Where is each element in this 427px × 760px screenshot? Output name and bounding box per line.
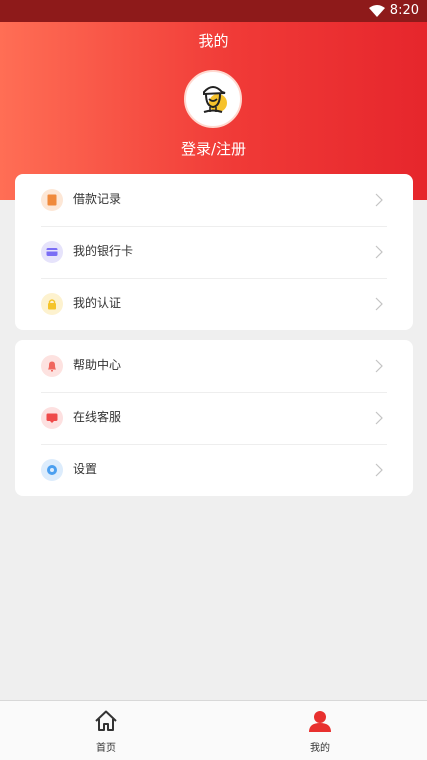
user-icon bbox=[309, 711, 331, 732]
menu-item-online-service[interactable]: 在线客服 bbox=[15, 392, 413, 444]
menu-item-label: 借款记录 bbox=[73, 192, 122, 206]
home-icon bbox=[95, 710, 117, 731]
tab-home[interactable]: 首页 bbox=[46, 701, 166, 759]
menu-item-label: 设置 bbox=[73, 462, 98, 476]
menu-item-help-center[interactable]: 帮助中心 bbox=[15, 340, 413, 392]
document-icon bbox=[41, 189, 63, 211]
status-bar: 8:20 bbox=[0, 0, 427, 22]
chevron-right-icon bbox=[375, 245, 383, 259]
lock-icon bbox=[41, 293, 63, 315]
menu-card-account: 借款记录 我的银行卡 我的认证 bbox=[15, 174, 413, 330]
login-register-link[interactable]: 登录/注册 bbox=[0, 138, 427, 159]
menu-item-label: 帮助中心 bbox=[73, 358, 122, 372]
menu-item-label: 在线客服 bbox=[73, 410, 122, 424]
menu-card-support: 帮助中心 在线客服 设置 bbox=[15, 340, 413, 496]
menu-item-verification[interactable]: 我的认证 bbox=[15, 278, 413, 330]
menu-item-bank-cards[interactable]: 我的银行卡 bbox=[15, 226, 413, 278]
settings-icon bbox=[41, 459, 63, 481]
tab-mine-label: 我的 bbox=[310, 743, 330, 754]
page-title: 我的 bbox=[198, 32, 229, 50]
tab-home-label: 首页 bbox=[96, 743, 116, 754]
bell-icon bbox=[41, 355, 63, 377]
menu-item-loan-records[interactable]: 借款记录 bbox=[15, 174, 413, 226]
menu-item-settings[interactable]: 设置 bbox=[15, 444, 413, 496]
avatar[interactable] bbox=[184, 70, 242, 128]
chevron-right-icon bbox=[375, 193, 383, 207]
menu-item-label: 我的银行卡 bbox=[73, 244, 134, 258]
menu-item-label: 我的认证 bbox=[73, 296, 122, 310]
clock-time: 8:20 bbox=[389, 3, 419, 18]
chevron-right-icon bbox=[375, 463, 383, 477]
chevron-right-icon bbox=[375, 411, 383, 425]
card-icon bbox=[41, 241, 63, 263]
bottom-tab-bar: 首页 我的 bbox=[0, 700, 427, 760]
chevron-right-icon bbox=[375, 297, 383, 311]
tab-mine[interactable]: 我的 bbox=[260, 701, 380, 759]
wifi-icon bbox=[369, 5, 385, 17]
chevron-right-icon bbox=[375, 359, 383, 373]
chat-icon bbox=[41, 407, 63, 429]
user-avatar-icon bbox=[193, 79, 233, 119]
